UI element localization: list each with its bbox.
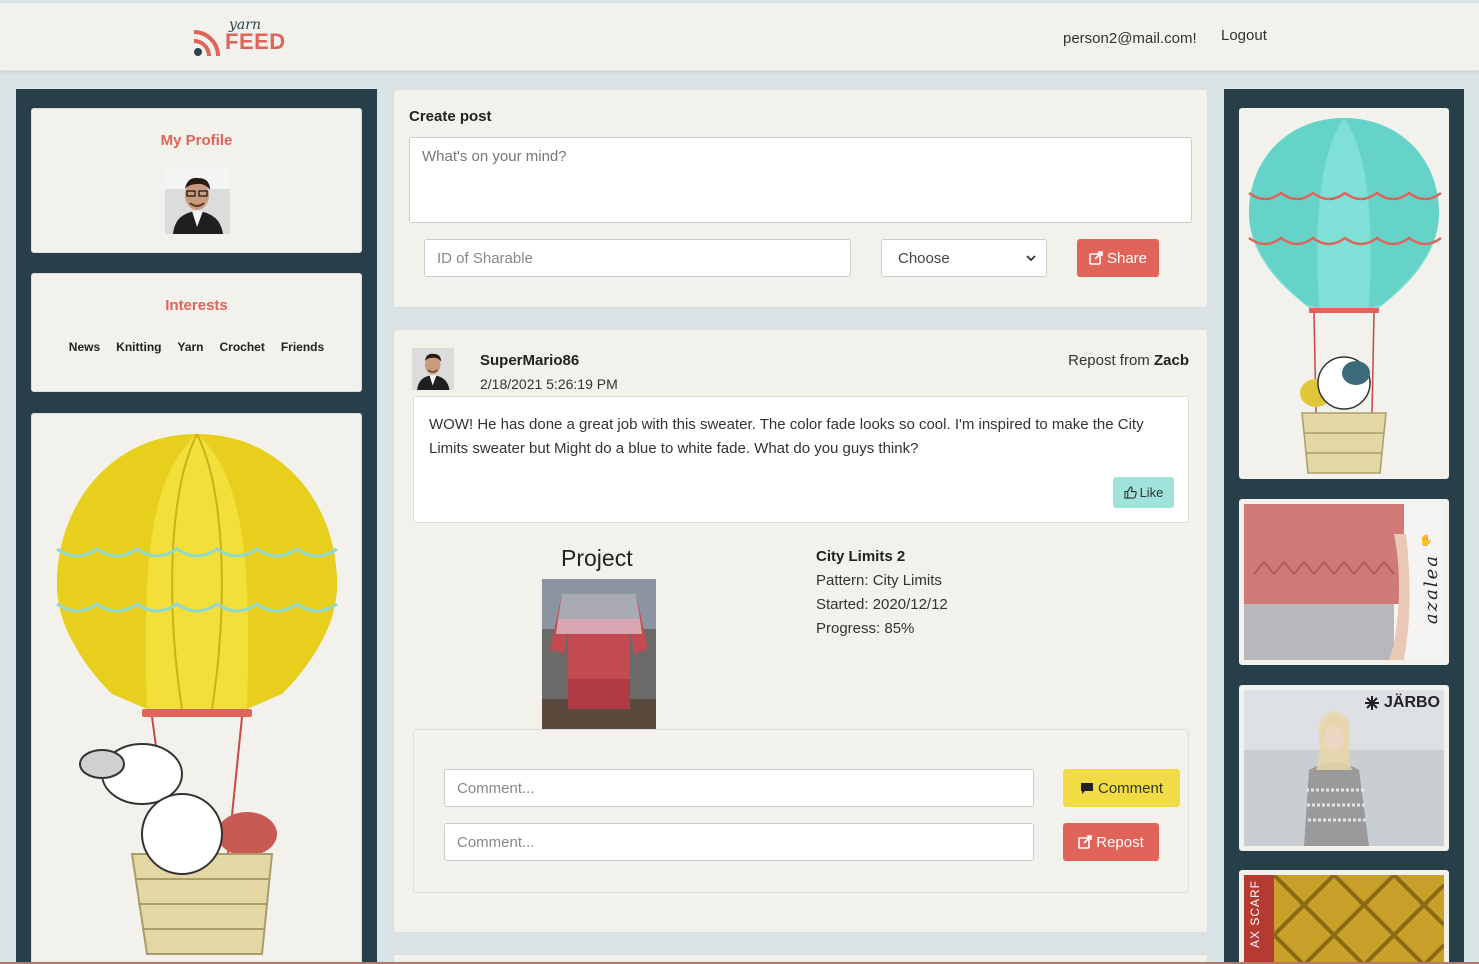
share-icon: [1089, 251, 1103, 265]
share-button[interactable]: Share: [1077, 239, 1159, 277]
repost-user[interactable]: Zacb: [1154, 352, 1189, 369]
ad-brand-text: azalea: [1421, 554, 1442, 625]
comment-input[interactable]: [444, 769, 1034, 807]
repost-from: Repost from Zacb: [1068, 352, 1189, 369]
azalea-sweater-image: ✋: [1244, 504, 1444, 660]
repost-prefix: Repost from: [1068, 352, 1150, 369]
sharable-id-input[interactable]: [424, 239, 851, 277]
right-sidebar: ✋ azalea JÄRBO AX SCARF: [1224, 89, 1464, 964]
interests-list: News Knitting Yarn Crochet Friends: [32, 340, 361, 354]
share-icon: [1078, 835, 1093, 849]
repost-button[interactable]: Repost: [1063, 823, 1159, 861]
scarf-knit-image: [1244, 875, 1444, 964]
post-textarea[interactable]: [409, 137, 1192, 223]
comment-icon: [1080, 782, 1093, 794]
comment-box: Comment Repost: [413, 729, 1189, 893]
sharable-type-select[interactable]: Choose: [881, 239, 1047, 277]
azalea-ad[interactable]: ✋ azalea: [1239, 499, 1449, 665]
interest-tag[interactable]: Friends: [281, 340, 324, 354]
profile-avatar[interactable]: [165, 169, 230, 234]
project-progress: Progress: 85%: [816, 620, 915, 637]
project-heading: Project: [561, 545, 633, 571]
profile-card: My Profile: [31, 108, 362, 253]
profile-heading[interactable]: My Profile: [32, 132, 361, 149]
yarnfeed-logo[interactable]: yarn FEED: [193, 17, 293, 57]
yellow-balloon-illustration: [31, 413, 362, 964]
repost-comment-input[interactable]: [444, 823, 1034, 861]
interests-card: Interests News Knitting Yarn Crochet Fri…: [31, 273, 362, 392]
author-avatar[interactable]: [412, 348, 454, 390]
like-label: Like: [1139, 485, 1164, 500]
ad-brand-text: JÄRBO: [1364, 694, 1440, 712]
hot-air-balloon-icon: [56, 433, 338, 955]
teal-balloon-illustration: [1239, 108, 1449, 479]
jarbo-brand: JÄRBO: [1383, 694, 1440, 711]
interest-tag[interactable]: Knitting: [116, 340, 161, 354]
post-text: WOW! He has done a great job with this s…: [429, 416, 1144, 457]
ad-brand-logo-icon: ✋: [1419, 534, 1433, 547]
ad-brand-text: AX SCARF: [1248, 880, 1262, 949]
interests-heading: Interests: [165, 297, 228, 314]
jarbo-sweater-image: [1244, 690, 1444, 846]
logo-feed-word: FEED: [225, 29, 286, 54]
project-pattern: Pattern: City Limits: [816, 572, 942, 589]
left-sidebar: My Profile Interests News Knitting Yarn …: [16, 89, 377, 964]
navbar: yarn FEED person2@mail.com! Logout: [0, 3, 1479, 71]
create-post-title: Create post: [409, 108, 492, 125]
project-sweater-image[interactable]: [542, 579, 656, 729]
post-timestamp: 2/18/2021 5:26:19 PM: [480, 376, 618, 392]
interest-tag[interactable]: News: [69, 340, 100, 354]
project-name[interactable]: City Limits 2: [816, 545, 948, 569]
repost-label: Repost: [1096, 833, 1144, 851]
post-card: SuperMario86 2/18/2021 5:26:19 PM Repost…: [393, 329, 1208, 933]
post-author[interactable]: SuperMario86: [480, 352, 579, 369]
interest-tag[interactable]: Yarn: [177, 340, 203, 354]
hot-air-balloon-icon: [1248, 118, 1442, 474]
chevron-down-icon: [1026, 254, 1036, 261]
share-label: Share: [1106, 249, 1148, 267]
logout-link[interactable]: Logout: [1221, 27, 1267, 44]
interest-tag[interactable]: Crochet: [220, 340, 265, 354]
create-post-card: Create post Choose Share: [393, 89, 1208, 308]
like-button[interactable]: Like: [1113, 477, 1174, 508]
comment-button[interactable]: Comment: [1063, 769, 1180, 807]
project-info: City Limits 2 Pattern: City Limits Start…: [816, 545, 948, 641]
scarf-ad[interactable]: AX SCARF: [1239, 870, 1449, 964]
jarbo-ad[interactable]: JÄRBO: [1239, 685, 1449, 851]
project-started: Started: 2020/12/12: [816, 596, 948, 613]
select-value: Choose: [898, 249, 950, 267]
thumbs-up-icon: [1123, 486, 1137, 499]
rss-icon: [193, 30, 220, 57]
comment-label: Comment: [1097, 779, 1164, 797]
snowflake-icon: [1364, 696, 1379, 710]
post-body: WOW! He has done a great job with this s…: [413, 396, 1189, 523]
user-email: person2@mail.com!: [1063, 30, 1197, 47]
